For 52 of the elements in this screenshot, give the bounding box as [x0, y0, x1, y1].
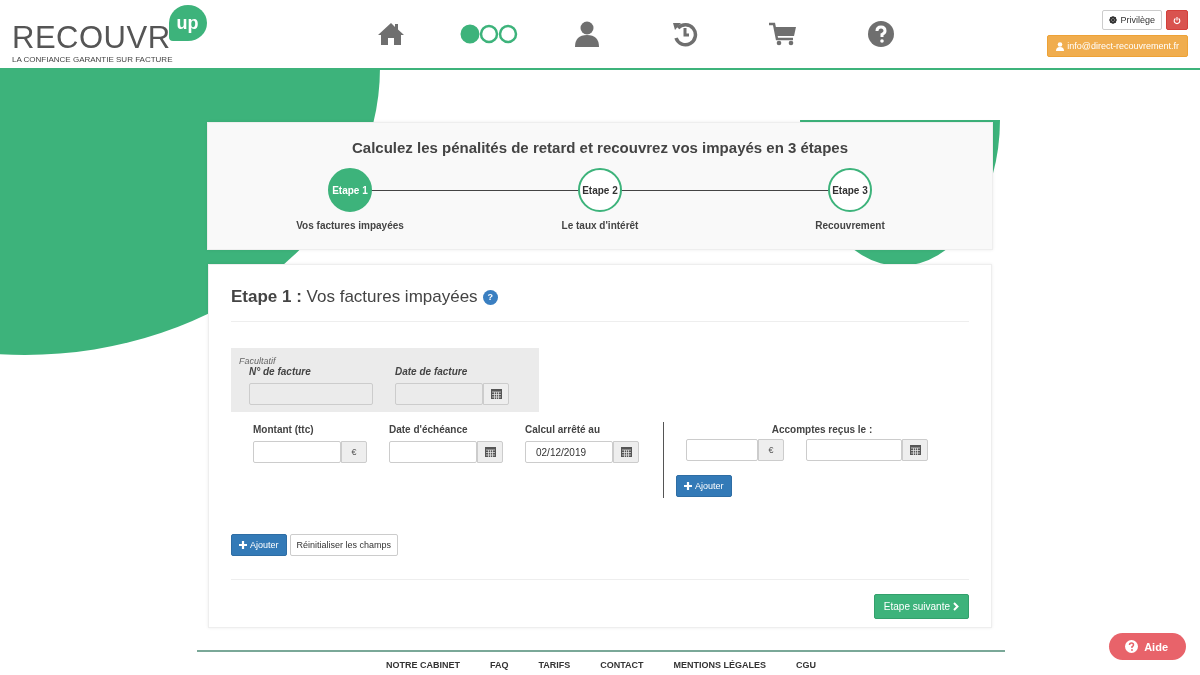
add-button[interactable]: Ajouter: [231, 534, 287, 556]
calendar-icon: [484, 447, 496, 457]
field-label: Date d'échéance: [389, 424, 469, 435]
footer-link[interactable]: NOTRE CABINET: [385, 660, 460, 670]
user-icon: [1056, 41, 1065, 51]
date-field[interactable]: [389, 441, 477, 463]
cart-icon[interactable]: [769, 22, 797, 46]
footer-link[interactable]: CGU: [796, 660, 817, 670]
step-circle[interactable]: Etape 2: [578, 168, 622, 212]
power-icon: [1173, 15, 1181, 25]
stepper-title: Calculez les pénalités de retard et recouvrez vos impayés en 3 étapes: [351, 139, 849, 156]
input-field[interactable]: [249, 383, 373, 405]
footer-link[interactable]: FAQ: [489, 660, 509, 670]
add-button[interactable]: Ajouter: [676, 475, 732, 497]
field-label: Montant (ttc): [253, 424, 315, 435]
amount-field[interactable]: [686, 439, 758, 461]
plus-icon: [684, 482, 692, 490]
form-heading: Etape 1 : Vos factures impayées ?: [231, 287, 969, 322]
currency-addon: €: [758, 439, 784, 461]
chevron-right-icon: [953, 602, 959, 611]
step-caption: Le taux d'intérêt: [561, 220, 639, 231]
step-caption: Vos factures impayées: [296, 220, 404, 231]
privilege-button[interactable]: Privilège: [1102, 10, 1162, 30]
date-field[interactable]: [806, 439, 902, 461]
currency-addon: €: [341, 441, 367, 463]
date-field[interactable]: [395, 383, 483, 405]
calendar-icon: [490, 389, 502, 399]
field-label: Date de facture: [395, 366, 469, 377]
plus-icon: [239, 541, 247, 549]
user-icon[interactable]: [575, 21, 599, 47]
calendar-icon: [620, 447, 632, 457]
home-icon[interactable]: [377, 22, 405, 46]
step-circle[interactable]: Etape 3: [828, 168, 872, 212]
footer-link[interactable]: MENTIONS LÉGALES: [673, 660, 767, 670]
reset-button[interactable]: Réinitialiser les champs: [289, 534, 399, 556]
help-icon: [1125, 640, 1139, 653]
field-label: Accomptes reçus le :: [771, 424, 873, 435]
field-label: Calcul arrêté au: [525, 424, 602, 435]
calendar-icon: [909, 445, 921, 455]
history-icon[interactable]: [672, 21, 698, 47]
help-badge[interactable]: ?: [482, 289, 498, 305]
help-icon[interactable]: [868, 21, 894, 47]
gear-icon: [1109, 16, 1118, 24]
date-field[interactable]: 02/12/2019: [525, 441, 613, 463]
field-label: N° de facture: [249, 366, 312, 377]
amount-field[interactable]: [253, 441, 341, 463]
three-circles-icon[interactable]: [460, 24, 518, 44]
optional-caption: Facultatif: [239, 356, 278, 366]
step-caption: Recouvrement: [815, 220, 885, 231]
footer-link[interactable]: CONTACT: [600, 660, 644, 670]
footer-link[interactable]: TARIFS: [538, 660, 571, 670]
power-button[interactable]: [1166, 10, 1188, 30]
